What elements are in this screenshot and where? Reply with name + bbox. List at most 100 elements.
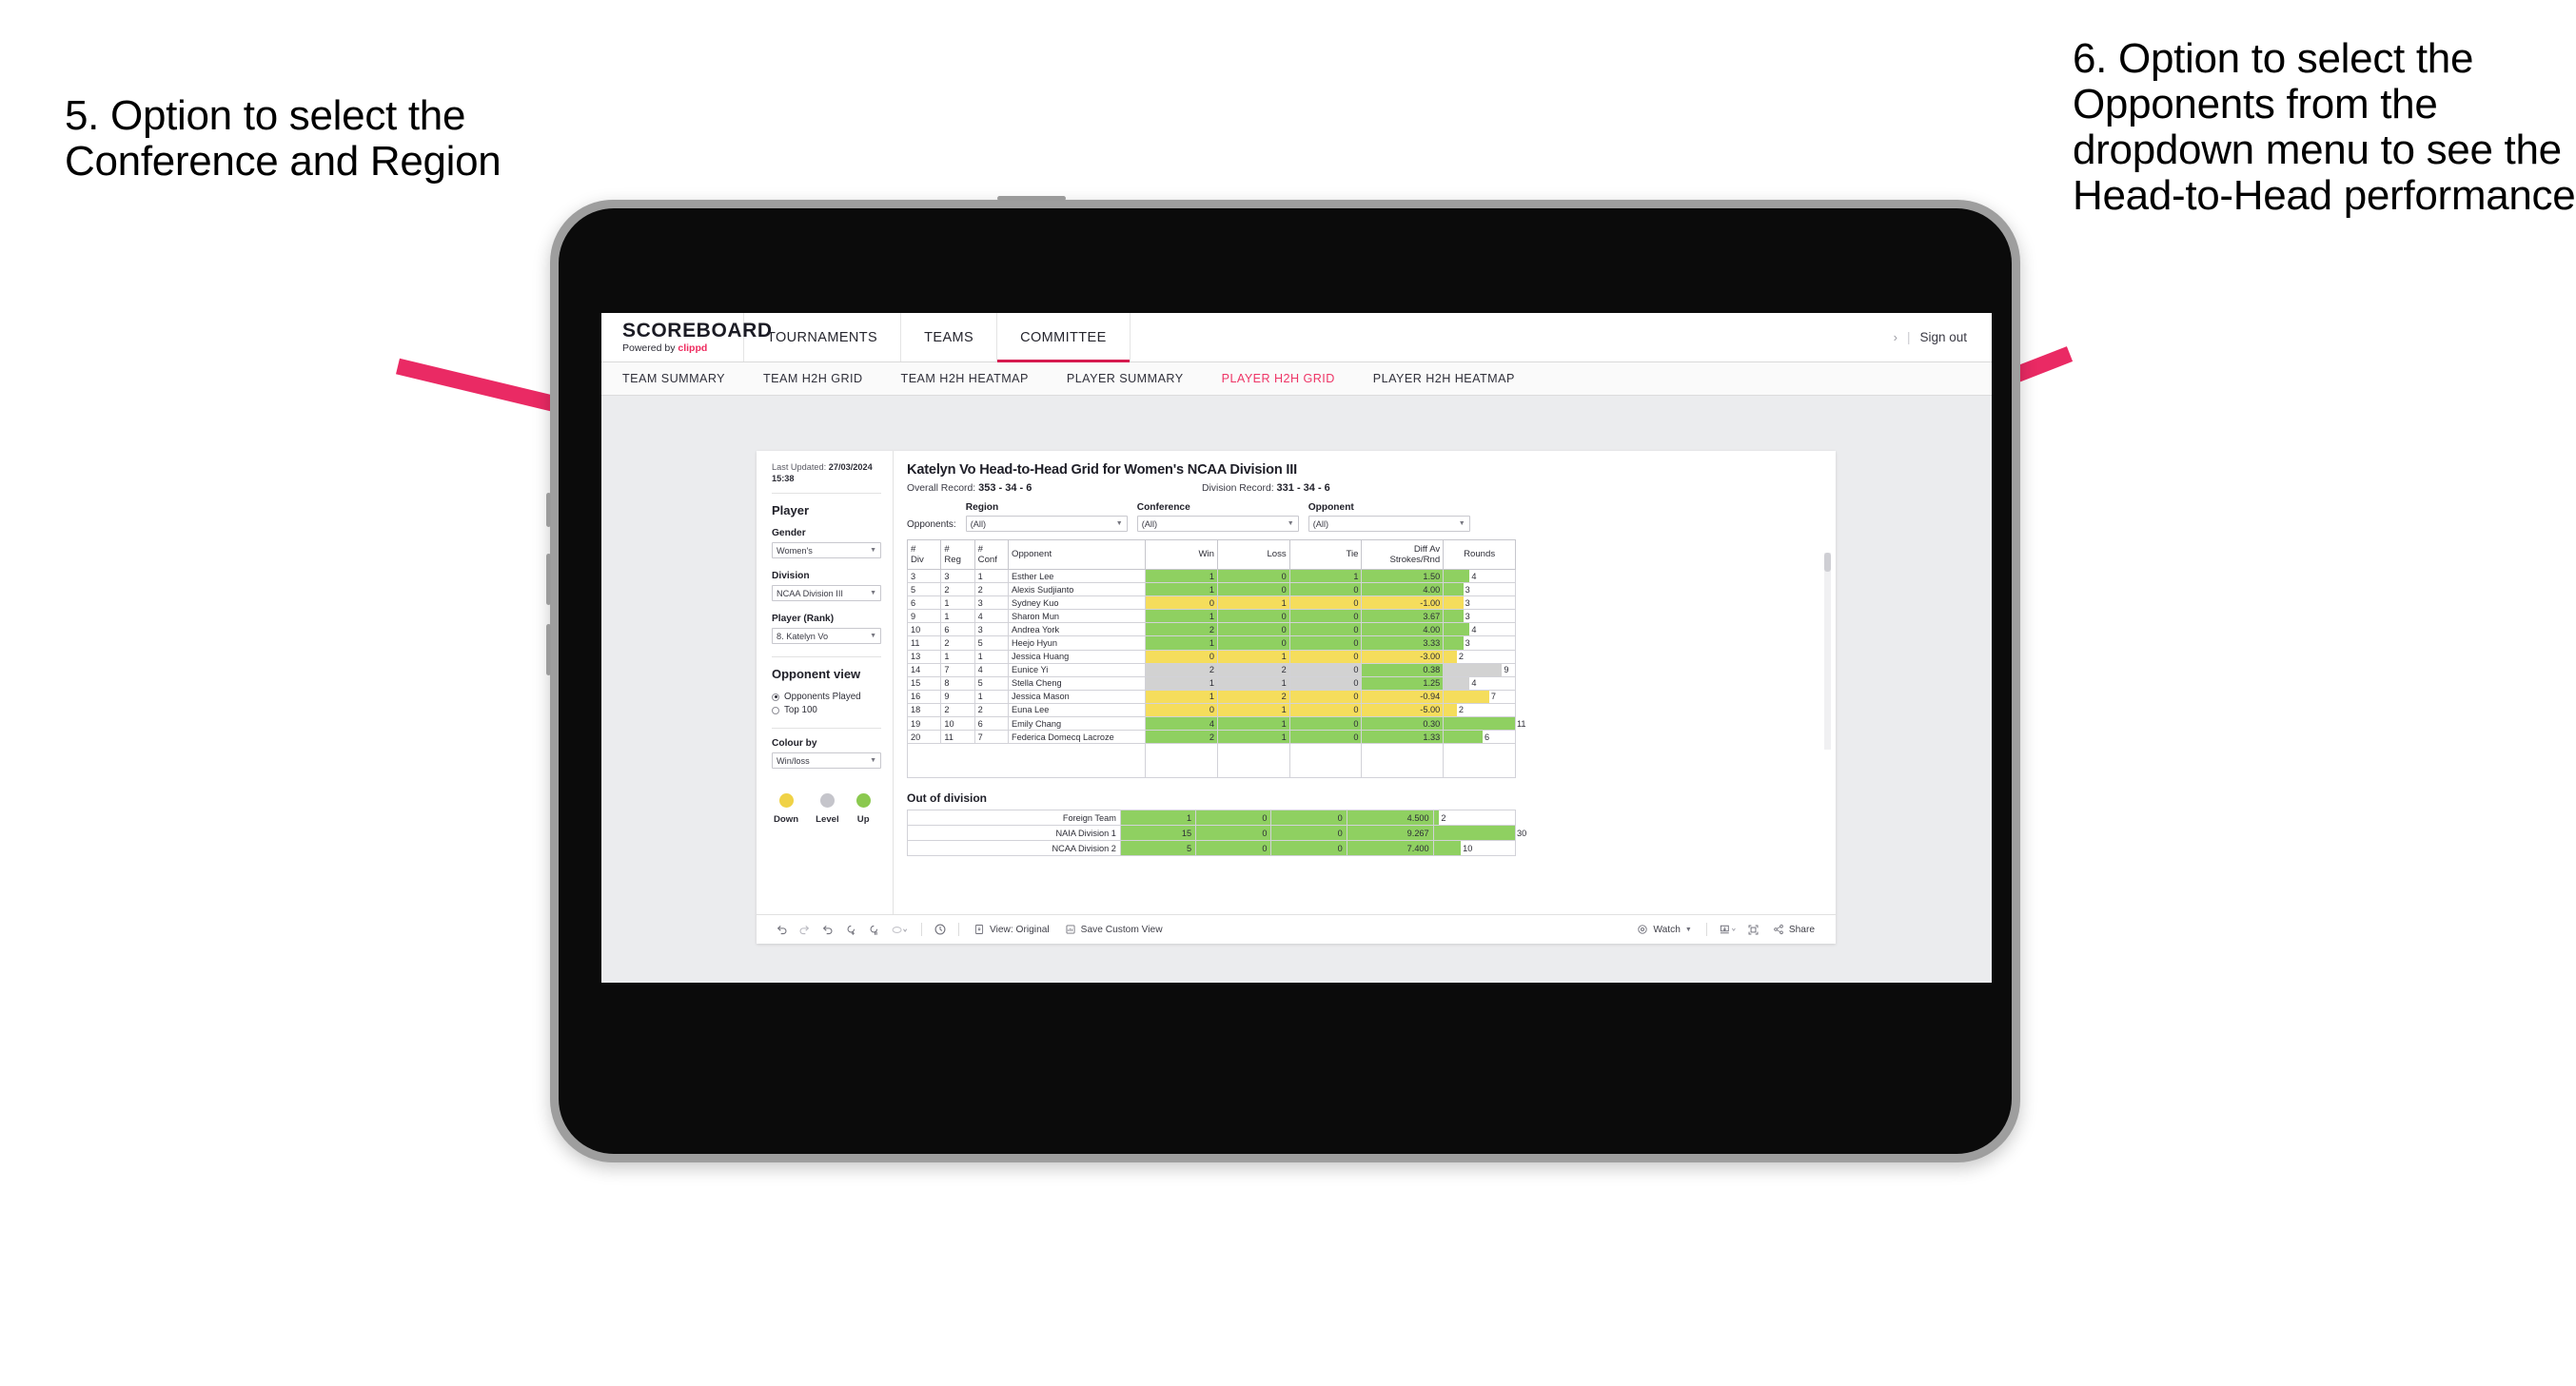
cell-rounds[interactable]: 4 bbox=[1443, 568, 1516, 584]
cell-ood-name[interactable]: NAIA Division 1 bbox=[907, 825, 1121, 842]
cell-win[interactable]: 2 bbox=[1145, 662, 1219, 677]
cell-win[interactable]: 0 bbox=[1145, 595, 1219, 611]
cell-diff[interactable]: 3.67 bbox=[1361, 609, 1445, 624]
cell-conf[interactable]: 2 bbox=[973, 582, 1009, 597]
cell-opponent[interactable]: Andrea York bbox=[1007, 622, 1147, 637]
sign-out-link[interactable]: Sign out bbox=[1919, 330, 1967, 344]
opponent-select[interactable]: (All) ▼ bbox=[1308, 516, 1470, 532]
cell-win[interactable]: 0 bbox=[1145, 702, 1219, 718]
th-loss[interactable]: Loss bbox=[1217, 539, 1290, 570]
cell-conf[interactable]: 5 bbox=[973, 675, 1009, 691]
radio-top-100[interactable]: Top 100 bbox=[772, 705, 881, 715]
cell-diff[interactable]: 4.00 bbox=[1361, 622, 1445, 637]
cell-conf[interactable]: 4 bbox=[973, 662, 1009, 677]
cell-rounds[interactable]: 9 bbox=[1443, 662, 1516, 677]
cell-rounds[interactable]: 7 bbox=[1443, 689, 1516, 704]
cell-loss[interactable]: 0 bbox=[1217, 582, 1290, 597]
cell-ood-rounds[interactable]: 10 bbox=[1432, 840, 1517, 857]
cell-tie[interactable]: 0 bbox=[1288, 595, 1363, 611]
cell-opponent[interactable]: Esther Lee bbox=[1007, 568, 1147, 584]
cell-diff[interactable]: -1.00 bbox=[1361, 595, 1445, 611]
cell-win[interactable]: 2 bbox=[1145, 622, 1219, 637]
cell-reg[interactable]: 2 bbox=[940, 582, 975, 597]
cell-ood-diff[interactable]: 4.500 bbox=[1346, 810, 1434, 827]
th-rounds[interactable]: Rounds bbox=[1443, 539, 1516, 570]
cell-conf[interactable]: 1 bbox=[973, 689, 1009, 704]
th-diff[interactable]: Diff Av Strokes/Rnd bbox=[1361, 539, 1445, 570]
cell-opponent[interactable]: Sydney Kuo bbox=[1007, 595, 1147, 611]
cell-tie[interactable]: 0 bbox=[1288, 622, 1363, 637]
cell-ood-loss[interactable]: 0 bbox=[1195, 825, 1272, 842]
cell-conf[interactable]: 5 bbox=[973, 635, 1009, 651]
cell-loss[interactable]: 1 bbox=[1217, 595, 1290, 611]
th-div[interactable]: # Div bbox=[906, 539, 942, 570]
cell-div[interactable]: 5 bbox=[906, 582, 942, 597]
table-row[interactable]: 18 2 2 Euna Lee 0 1 0 -5.00 2 bbox=[906, 702, 1516, 718]
cell-rounds[interactable]: 3 bbox=[1443, 582, 1516, 597]
cell-div[interactable]: 18 bbox=[906, 702, 942, 718]
table-scrollbar-thumb[interactable] bbox=[1824, 553, 1831, 572]
cell-div[interactable]: 6 bbox=[906, 595, 942, 611]
cell-reg[interactable]: 2 bbox=[940, 635, 975, 651]
cell-loss[interactable]: 2 bbox=[1217, 662, 1290, 677]
subnav-team-h2h-grid[interactable]: TEAM H2H GRID bbox=[763, 372, 863, 385]
cell-opponent[interactable]: Federica Domecq Lacroze bbox=[1007, 730, 1147, 745]
cell-ood-diff[interactable]: 9.267 bbox=[1346, 825, 1434, 842]
table-scrollbar-track[interactable] bbox=[1824, 553, 1831, 751]
cell-loss[interactable]: 2 bbox=[1217, 689, 1290, 704]
out-of-division-row[interactable]: NCAA Division 2 5 0 0 7.400 10 bbox=[907, 840, 1517, 857]
cell-loss[interactable]: 0 bbox=[1217, 622, 1290, 637]
cell-reg[interactable]: 6 bbox=[940, 622, 975, 637]
cell-win[interactable]: 1 bbox=[1145, 582, 1219, 597]
cell-reg[interactable]: 11 bbox=[940, 730, 975, 745]
cell-diff[interactable]: 1.33 bbox=[1361, 730, 1445, 745]
cell-ood-tie[interactable]: 0 bbox=[1270, 810, 1347, 827]
cell-win[interactable]: 0 bbox=[1145, 649, 1219, 664]
volume-button-2[interactable] bbox=[546, 554, 551, 605]
cell-ood-diff[interactable]: 7.400 bbox=[1346, 840, 1434, 857]
cell-ood-rounds[interactable]: 2 bbox=[1432, 810, 1517, 827]
cell-rounds[interactable]: 3 bbox=[1443, 635, 1516, 651]
cell-div[interactable]: 11 bbox=[906, 635, 942, 651]
revert-icon[interactable] bbox=[816, 924, 838, 936]
cell-ood-win[interactable]: 1 bbox=[1119, 810, 1197, 827]
cell-loss[interactable]: 0 bbox=[1217, 568, 1290, 584]
cell-ood-tie[interactable]: 0 bbox=[1270, 825, 1347, 842]
th-opponent[interactable]: Opponent bbox=[1007, 539, 1147, 570]
cell-div[interactable]: 15 bbox=[906, 675, 942, 691]
cell-rounds[interactable]: 2 bbox=[1443, 649, 1516, 664]
table-row[interactable]: 11 2 5 Heejo Hyun 1 0 0 3.33 3 bbox=[906, 635, 1516, 651]
th-win[interactable]: Win bbox=[1145, 539, 1219, 570]
cell-diff[interactable]: -5.00 bbox=[1361, 702, 1445, 718]
cell-tie[interactable]: 0 bbox=[1288, 702, 1363, 718]
power-button[interactable] bbox=[997, 196, 1066, 201]
cell-diff[interactable]: -0.94 bbox=[1361, 689, 1445, 704]
cell-div[interactable]: 19 bbox=[906, 716, 942, 732]
cell-conf[interactable]: 1 bbox=[973, 568, 1009, 584]
topnav-committee[interactable]: COMMITTEE bbox=[997, 313, 1131, 362]
cell-tie[interactable]: 0 bbox=[1288, 675, 1363, 691]
cell-tie[interactable]: 0 bbox=[1288, 635, 1363, 651]
radio-opponents-played[interactable]: Opponents Played bbox=[772, 692, 881, 702]
cell-conf[interactable]: 3 bbox=[973, 595, 1009, 611]
conference-select[interactable]: (All) ▼ bbox=[1136, 516, 1299, 532]
subnav-player-h2h-grid[interactable]: PLAYER H2H GRID bbox=[1222, 372, 1335, 385]
cell-opponent[interactable]: Heejo Hyun bbox=[1007, 635, 1147, 651]
cell-conf[interactable]: 1 bbox=[973, 649, 1009, 664]
cell-tie[interactable]: 0 bbox=[1288, 649, 1363, 664]
colour-by-select[interactable]: Win/loss ▼ bbox=[772, 752, 881, 769]
table-row[interactable]: 6 1 3 Sydney Kuo 0 1 0 -1.00 3 bbox=[906, 595, 1516, 611]
th-conf[interactable]: # Conf bbox=[973, 539, 1009, 570]
save-custom-view-button[interactable]: Save Custom View bbox=[1057, 924, 1170, 935]
cell-opponent[interactable]: Eunice Yi bbox=[1007, 662, 1147, 677]
cell-loss[interactable]: 1 bbox=[1217, 675, 1290, 691]
cell-opponent[interactable]: Jessica Huang bbox=[1007, 649, 1147, 664]
cell-ood-win[interactable]: 5 bbox=[1119, 840, 1197, 857]
table-row[interactable]: 3 3 1 Esther Lee 1 0 1 1.50 4 bbox=[906, 568, 1516, 584]
cell-rounds[interactable]: 4 bbox=[1443, 622, 1516, 637]
cell-div[interactable]: 14 bbox=[906, 662, 942, 677]
cell-win[interactable]: 1 bbox=[1145, 635, 1219, 651]
cell-reg[interactable]: 10 bbox=[940, 716, 975, 732]
cell-loss[interactable]: 1 bbox=[1217, 702, 1290, 718]
pause-updates-icon[interactable] bbox=[861, 924, 884, 936]
